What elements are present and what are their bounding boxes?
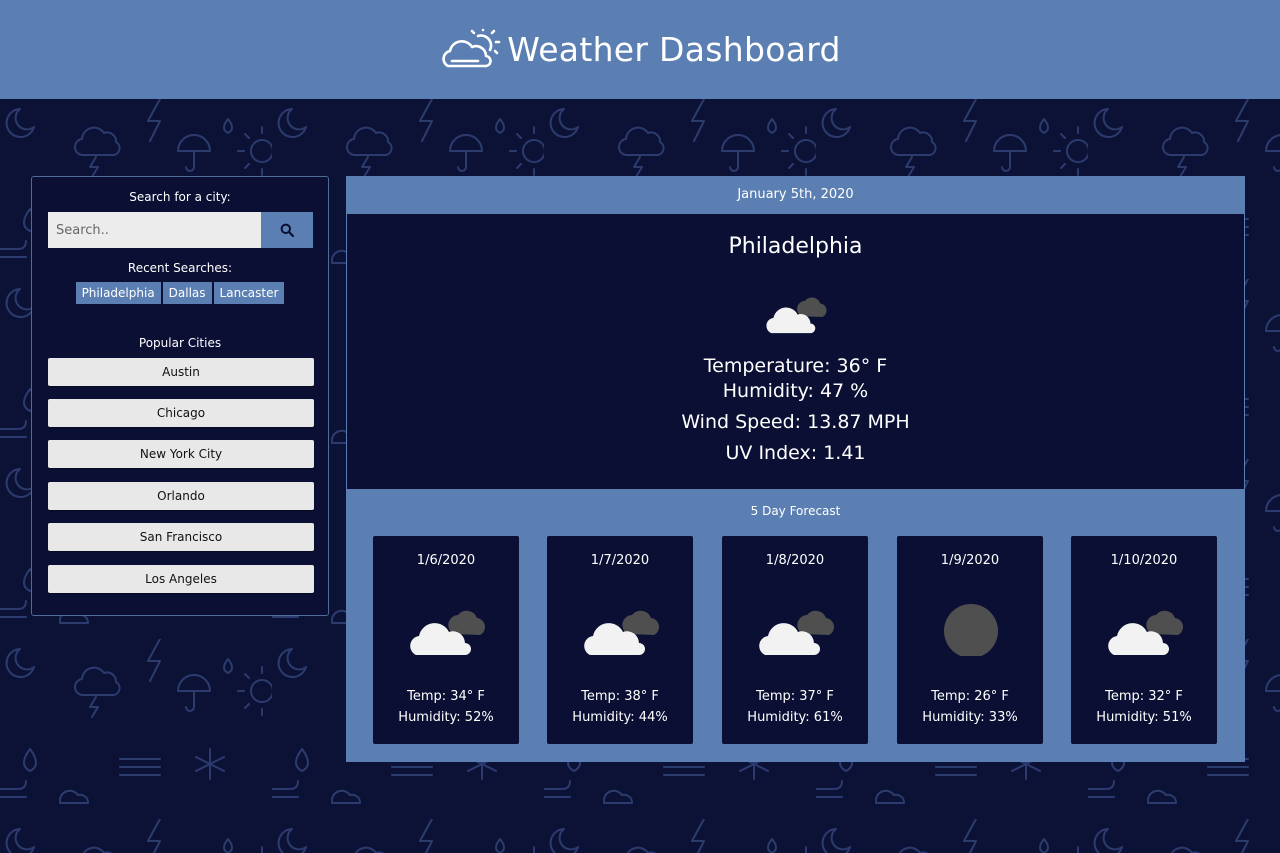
forecast-card: 1/10/2020 Temp: 32° F Humidity: 51% — [1071, 536, 1217, 744]
forecast-card: 1/6/2020 Temp: 34° F Humidity: 52% — [373, 536, 519, 744]
recent-search-button[interactable]: Philadelphia — [75, 282, 161, 304]
city-search-input[interactable] — [48, 212, 261, 248]
temperature-value: Temperature: 36° F — [703, 355, 888, 377]
city-button-new-york-city[interactable]: New York City — [48, 440, 314, 468]
forecast-temp: Temp: 32° F — [1105, 689, 1183, 704]
search-sidebar: Search for a city: Recent Searches: Phil… — [31, 176, 329, 616]
cloudy-icon — [410, 610, 485, 655]
cloud-sun-icon — [442, 28, 501, 67]
search-label: Search for a city: — [129, 190, 231, 204]
wind-speed-value: Wind Speed: 13.87 MPH — [681, 411, 910, 433]
current-date: January 5th, 2020 — [737, 187, 854, 202]
recent-search-button[interactable]: Lancaster — [213, 282, 285, 304]
search-icon — [280, 223, 294, 237]
forecast-humidity: Humidity: 61% — [747, 710, 843, 725]
forecast-date: 1/7/2020 — [590, 553, 650, 568]
city-button-los-angeles[interactable]: Los Angeles — [48, 565, 314, 593]
humidity-value: Humidity: 47 % — [722, 380, 869, 402]
forecast-temp: Temp: 34° F — [407, 689, 485, 704]
city-button-chicago[interactable]: Chicago — [48, 399, 314, 427]
weather-panel: January 5th, 2020 Philadelphia Temperatu… — [346, 176, 1245, 762]
forecast-temp: Temp: 37° F — [756, 689, 834, 704]
popular-cities-label: Popular Cities — [138, 336, 222, 350]
cloudy-icon — [584, 610, 659, 655]
app-header: Weather Dashboard — [0, 0, 1280, 99]
city-button-austin[interactable]: Austin — [48, 358, 314, 386]
recent-search-button[interactable]: Dallas — [162, 282, 212, 304]
forecast-temp: Temp: 38° F — [581, 689, 659, 704]
forecast-title: 5 Day Forecast — [750, 504, 841, 518]
forecast-humidity: Humidity: 44% — [572, 710, 668, 725]
current-weather: Philadelphia Temperature: 36° F Humidity… — [347, 214, 1244, 489]
forecast-date: 1/9/2020 — [940, 553, 1000, 568]
overcast-icon — [944, 604, 998, 656]
forecast-card: 1/7/2020 Temp: 38° F Humidity: 44% — [547, 536, 693, 744]
city-name: Philadelphia — [728, 234, 863, 259]
forecast-date: 1/10/2020 — [1110, 553, 1178, 568]
cloudy-icon — [766, 297, 827, 334]
forecast-card: 1/9/2020 Temp: 26° F Humidity: 33% — [897, 536, 1043, 744]
city-button-san-francisco[interactable]: San Francisco — [48, 523, 314, 551]
uv-index-value: UV Index: 1.41 — [725, 442, 866, 464]
forecast-humidity: Humidity: 52% — [398, 710, 494, 725]
recent-searches-label: Recent Searches: — [127, 261, 233, 275]
forecast-humidity: Humidity: 51% — [1096, 710, 1192, 725]
recent-searches: Philadelphia Dallas Lancaster — [32, 282, 328, 304]
forecast-date: 1/6/2020 — [416, 553, 476, 568]
forecast-temp: Temp: 26° F — [931, 689, 1009, 704]
forecast-card: 1/8/2020 Temp: 37° F Humidity: 61% — [722, 536, 868, 744]
city-button-orlando[interactable]: Orlando — [48, 482, 314, 510]
search-button[interactable] — [261, 212, 313, 248]
page-title: Weather Dashboard — [507, 30, 841, 69]
cloudy-icon — [1108, 610, 1183, 655]
forecast-date: 1/8/2020 — [765, 553, 825, 568]
cloudy-icon — [759, 610, 834, 655]
forecast-humidity: Humidity: 33% — [922, 710, 1018, 725]
